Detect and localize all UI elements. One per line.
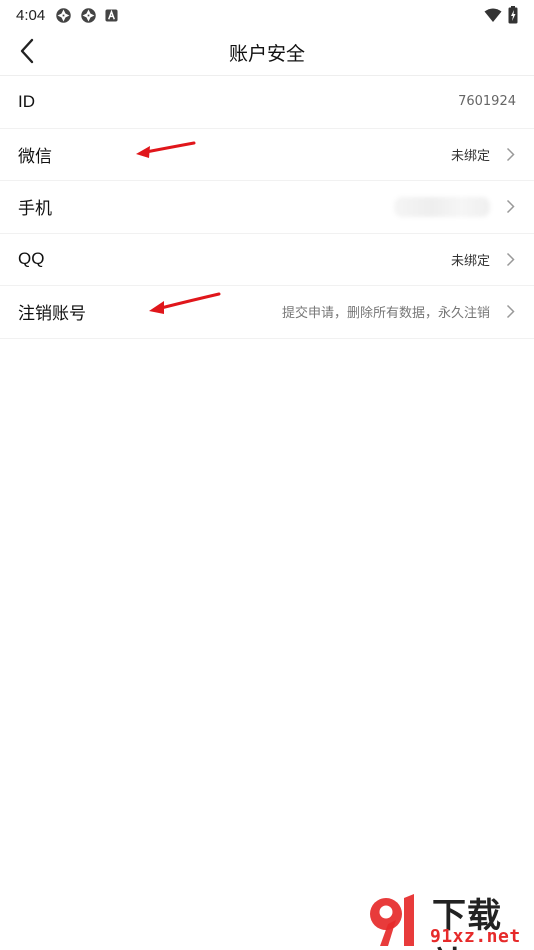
qq-bind-status: 未绑定 [450, 253, 490, 269]
chevron-right-icon [506, 251, 518, 267]
site-watermark: 下载站 91xz.net [360, 884, 534, 950]
wechat-bind-status: 未绑定 [450, 148, 490, 164]
row-label-wechat: 微信 [18, 146, 52, 166]
chevron-right-icon [506, 199, 518, 215]
screen: 4:04 账户安全 ID 7601924 微信 未绑定 手机 QQ 未绑定 注销… [0, 0, 534, 950]
status-icons-left [55, 7, 118, 24]
wifi-icon [484, 8, 502, 23]
row-right-id: 7601924 [458, 94, 518, 109]
row-phone[interactable]: 手机 [0, 181, 534, 234]
delete-account-hint: 提交申请，删除所有数据，永久注销 [281, 306, 490, 322]
title-bar: 账户安全 [0, 30, 534, 76]
user-id-value: 7601924 [458, 94, 516, 110]
row-id: ID 7601924 [0, 76, 534, 129]
battery-icon [508, 6, 518, 24]
a-badge-icon [105, 8, 118, 22]
watermark-domain-text: 91xz.net [430, 926, 521, 947]
aperture-icon [55, 7, 72, 24]
back-button[interactable] [12, 38, 42, 68]
chevron-left-icon [19, 38, 35, 68]
status-icons-right [484, 6, 518, 24]
status-bar: 4:04 [0, 0, 534, 30]
row-label-id: ID [18, 91, 35, 111]
row-delete-account[interactable]: 注销账号 提交申请，删除所有数据，永久注销 [0, 286, 534, 339]
chevron-right-icon [506, 304, 518, 320]
row-right-qq: 未绑定 [451, 250, 518, 269]
page-title: 账户安全 [228, 43, 305, 65]
chevron-right-icon [506, 146, 518, 162]
red-arrow-annotation [149, 292, 221, 314]
row-label-qq: QQ [18, 249, 45, 269]
settings-list: ID 7601924 微信 未绑定 手机 QQ 未绑定 注销账号 提交申请，删除… [0, 76, 534, 339]
status-time: 4:04 [16, 6, 46, 24]
row-right-phone [394, 196, 518, 217]
aperture-icon [80, 7, 97, 24]
row-qq[interactable]: QQ 未绑定 [0, 234, 534, 286]
row-wechat[interactable]: 微信 未绑定 [0, 129, 534, 181]
row-right-wechat: 未绑定 [451, 145, 518, 164]
row-label-delete-account: 注销账号 [18, 304, 86, 324]
row-label-phone: 手机 [18, 199, 52, 219]
row-right-delete-account: 提交申请，删除所有数据，永久注销 [282, 302, 518, 321]
phone-number-blurred [394, 196, 490, 217]
red-arrow-annotation [136, 141, 196, 158]
